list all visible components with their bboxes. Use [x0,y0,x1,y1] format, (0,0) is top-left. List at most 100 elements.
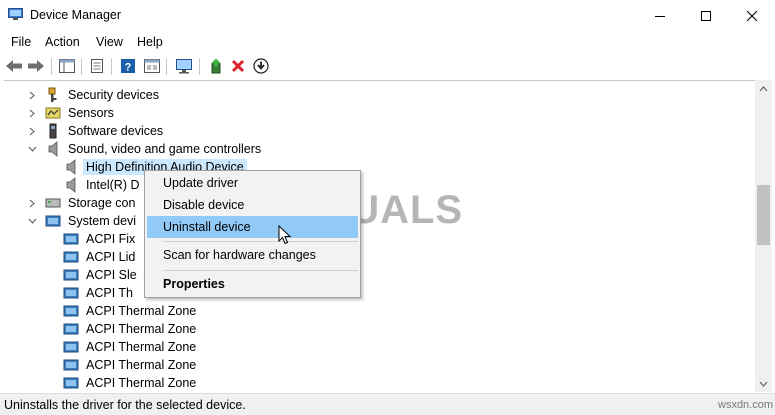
tree-label: ACPI Fix [86,232,136,246]
system-device-icon [63,285,79,301]
chevron-right-icon[interactable] [27,122,37,140]
scroll-thumb[interactable] [757,185,770,245]
toolbar-separator [166,58,167,75]
menu-action[interactable]: Action [45,35,80,49]
uninstall-device-button[interactable] [228,56,248,76]
scroll-up-button[interactable] [755,80,772,97]
install-download-button[interactable] [251,56,271,76]
download-icon [253,58,269,74]
system-device-icon [63,231,79,247]
chevron-right-icon[interactable] [27,104,37,122]
system-device-icon [63,321,79,337]
menu-separator [163,270,358,271]
tree-label: Sound, video and game controllers [68,142,262,156]
maximize-button[interactable] [683,0,729,31]
chevron-right-icon[interactable] [27,194,37,212]
tree-row-acpi-thermal-zone[interactable]: ACPI Thermal Zone [45,338,199,356]
tree-row-sensors[interactable]: Sensors [27,104,117,122]
scroll-down-button[interactable] [755,375,772,392]
tree-label: ACPI Lid [86,250,136,264]
back-button[interactable] [4,56,24,76]
tree-row-software-devices[interactable]: Software devices [27,122,166,140]
context-menu: Update driver Disable device Uninstall d… [144,170,361,298]
menu-bar: File Action View Help [0,31,775,53]
tree-row-intel-display-audio[interactable]: Intel(R) D [45,176,142,194]
toolbar-separator [51,58,52,75]
chevron-right-icon[interactable] [27,86,37,104]
update-driver-icon [211,58,221,74]
system-device-icon [63,375,79,391]
tree-row-acpi-thermal-zone[interactable]: ACPI Thermal Zone [45,356,199,374]
toolbar-separator [199,58,200,75]
system-device-icon [63,339,79,355]
tree-row-acpi-thermal-zone[interactable]: ACPI Thermal Zone [45,374,199,392]
tree-row-acpi-thermal[interactable]: ACPI Th [45,284,136,302]
tree-row-security-devices[interactable]: Security devices [27,86,162,104]
tree-label: ACPI Thermal Zone [86,340,197,354]
back-arrow-icon [6,60,22,72]
tree-row-acpi-fixed[interactable]: ACPI Fix [45,230,138,248]
speaker-icon [63,177,79,193]
update-driver-button[interactable] [206,56,226,76]
tree-label: System devi [68,214,137,228]
tree-label: Storage con [68,196,136,210]
menu-item-properties[interactable]: Properties [147,273,358,295]
properties-sheet-icon [91,59,103,73]
status-text: Uninstalls the driver for the selected d… [4,398,246,412]
tree-row-acpi-thermal-zone[interactable]: ACPI Thermal Zone [45,302,199,320]
svg-text:?: ? [125,62,132,74]
mouse-cursor-icon [278,225,292,245]
chevron-down-icon [759,381,768,387]
system-device-icon [63,303,79,319]
tree-row-sound-video-game[interactable]: Sound, video and game controllers [27,140,264,158]
tree-row-storage-controllers[interactable]: Storage con [27,194,138,212]
menu-item-update-driver[interactable]: Update driver [147,172,358,194]
forward-arrow-icon [28,60,44,72]
tree-row-acpi-lid[interactable]: ACPI Lid [45,248,138,266]
chevron-down-icon[interactable] [27,212,37,230]
tree-row-acpi-thermal-zone[interactable]: ACPI Thermal Zone [45,320,199,338]
scan-hardware-button[interactable] [174,56,194,76]
toolbar-separator [81,58,82,75]
properties-button[interactable] [87,56,107,76]
tree-label: ACPI Th [86,286,134,300]
vertical-scrollbar[interactable] [755,80,772,392]
tree-label: ACPI Thermal Zone [86,358,197,372]
menu-item-uninstall-device[interactable]: Uninstall device [147,216,358,238]
tree-label: Software devices [68,124,164,138]
uninstall-x-icon [231,59,245,73]
tree-label: ACPI Thermal Zone [86,304,197,318]
system-device-icon [63,249,79,265]
minimize-button[interactable] [637,0,683,31]
help-icon: ? [121,59,135,74]
close-button[interactable] [729,0,775,31]
menu-separator [163,241,358,242]
help-button[interactable]: ? [118,56,138,76]
tree-label: Sensors [68,106,114,120]
minimize-icon [655,15,665,17]
tree-row-acpi-sleep[interactable]: ACPI Sle [45,266,140,284]
menu-item-scan-hardware[interactable]: Scan for hardware changes [147,244,358,266]
storage-icon [45,195,61,211]
chevron-up-icon [759,85,768,91]
site-watermark: wsxdn.com [718,399,774,411]
menu-file[interactable]: File [11,35,31,49]
show-hide-tree-button[interactable] [57,56,77,76]
window-title: Device Manager [30,8,122,22]
tree-row-system-devices[interactable]: System devi [27,212,139,230]
menu-help[interactable]: Help [137,35,163,49]
menu-view[interactable]: View [96,35,123,49]
forward-button[interactable] [26,56,46,76]
view-toggle-button[interactable] [142,56,162,76]
menu-item-disable-device[interactable]: Disable device [147,194,358,216]
device-tree[interactable]: Security devices Sensors Software device… [4,80,772,392]
chevron-down-icon[interactable] [27,140,37,158]
speaker-icon [45,141,61,157]
toolbar: ? [0,53,775,80]
